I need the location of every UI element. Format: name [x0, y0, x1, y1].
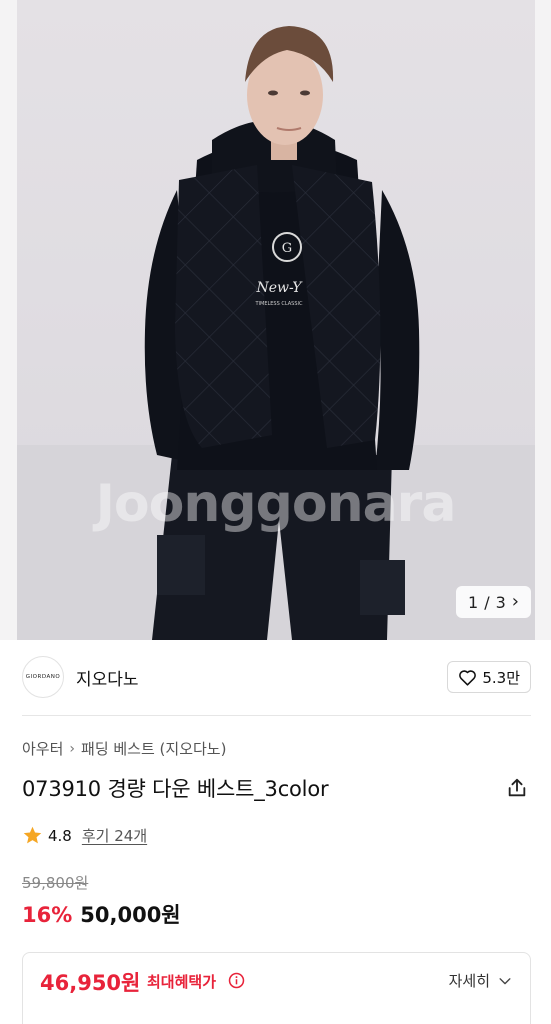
- info-icon[interactable]: [228, 972, 245, 989]
- brand-logo[interactable]: GIORDANO: [22, 656, 64, 698]
- max-benefit-price: 46,950원: [40, 971, 141, 995]
- benefit-detail-label: 자세히: [448, 972, 490, 990]
- like-button[interactable]: 5.3만: [447, 661, 531, 693]
- brand-name[interactable]: 지오다노: [76, 665, 139, 690]
- breadcrumb: 아우터 › 패딩 베스트 (지오다노): [22, 738, 226, 759]
- max-benefit-box: 46,950원 최대혜택가 자세히: [22, 952, 531, 1024]
- current-page: 1: [468, 592, 479, 612]
- total-pages: 3: [495, 592, 506, 612]
- benefit-detail-button[interactable]: 자세히: [449, 970, 512, 991]
- product-title: 073910 경량 다운 베스트_3color: [22, 777, 329, 801]
- chevron-down-icon: [499, 977, 511, 984]
- svg-text:G: G: [282, 241, 292, 256]
- breadcrumb-category[interactable]: 아우터: [22, 738, 63, 759]
- chevron-right-icon: ›: [69, 740, 76, 757]
- heart-icon: [459, 669, 477, 686]
- original-price: 59,800원: [22, 874, 89, 892]
- divider: [22, 715, 531, 716]
- svg-text:TIMELESS CLASSIC: TIMELESS CLASSIC: [254, 301, 303, 307]
- star-icon: [23, 826, 42, 844]
- rating-score: 4.8: [48, 826, 72, 845]
- svg-text:New-Y: New-Y: [256, 280, 304, 296]
- chevron-right-icon: ›: [511, 590, 519, 612]
- page-separator: /: [484, 592, 490, 612]
- product-photo: G New-Y TIMELESS CLASSIC: [17, 0, 535, 640]
- watermark: Joonggonara: [95, 474, 457, 534]
- review-link[interactable]: 후기 24개: [82, 825, 147, 846]
- like-count: 5.3만: [482, 668, 520, 687]
- share-icon[interactable]: [506, 777, 528, 799]
- image-page-indicator[interactable]: 1 / 3 ›: [456, 586, 531, 618]
- discount-rate: 16%: [22, 903, 73, 927]
- price-row: 16% 50,000원: [22, 899, 181, 929]
- brand-logo-text: GIORDANO: [25, 674, 61, 680]
- sale-price: 50,000원: [80, 903, 181, 927]
- brand-row: GIORDANO 지오다노 5.3만: [22, 656, 531, 698]
- breadcrumb-subcategory[interactable]: 패딩 베스트 (지오다노): [81, 738, 226, 759]
- max-benefit-label: 최대혜택가: [147, 973, 217, 991]
- product-image-gallery[interactable]: G New-Y TIMELESS CLASSIC Joonggonara 1 /…: [0, 0, 551, 640]
- rating-row: 4.8 후기 24개: [22, 825, 147, 846]
